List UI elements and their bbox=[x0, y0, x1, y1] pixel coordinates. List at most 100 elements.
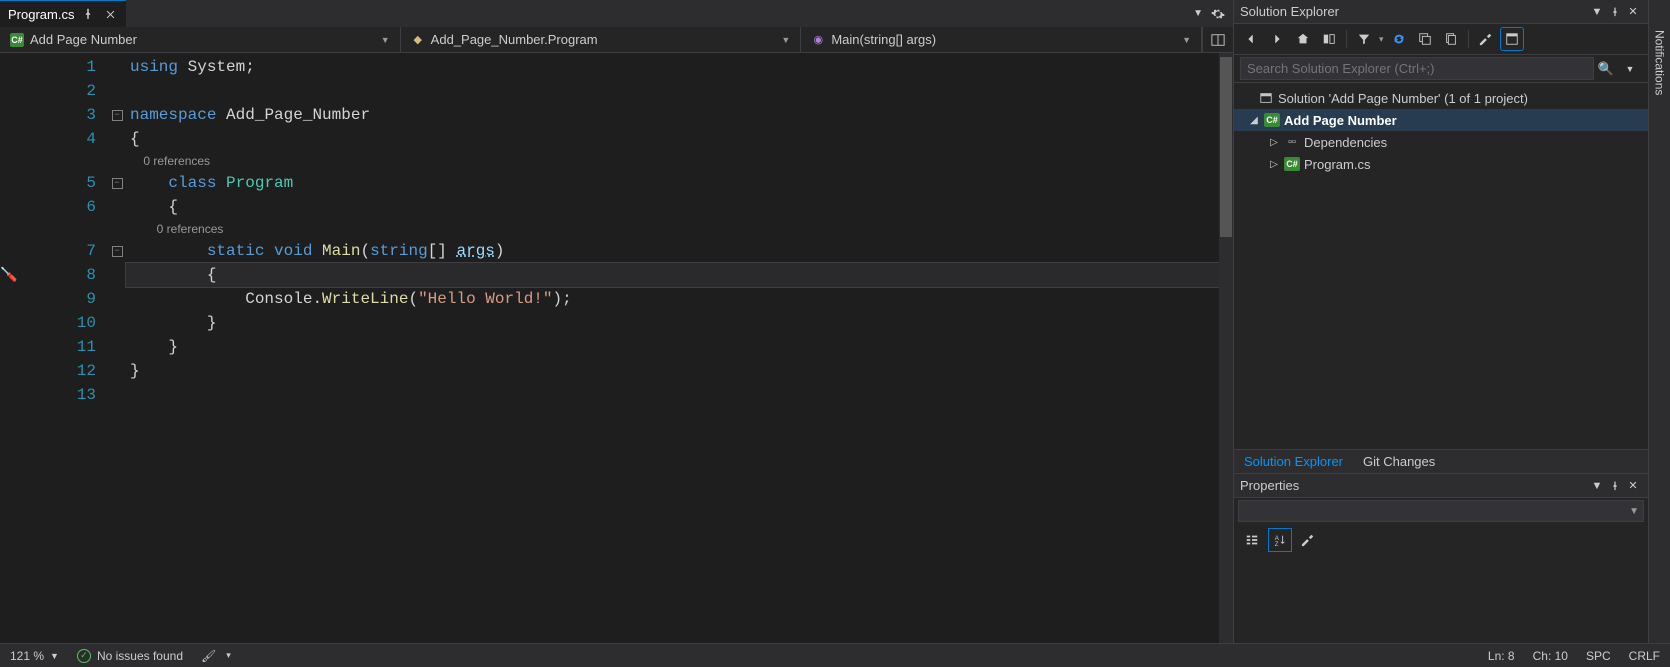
code-text-area[interactable]: using System; namespace Add_Page_Number … bbox=[126, 53, 1219, 643]
line-number: 6 bbox=[18, 195, 108, 219]
indent-mode[interactable]: SPC bbox=[1586, 649, 1611, 663]
solution-label: Solution 'Add Page Number' (1 of 1 proje… bbox=[1278, 91, 1528, 106]
split-editor-button[interactable] bbox=[1202, 27, 1233, 52]
tree-solution-node[interactable]: Solution 'Add Page Number' (1 of 1 proje… bbox=[1234, 87, 1648, 109]
scope-dropdown-method[interactable]: ◉Main(string[] args) ▼ bbox=[801, 27, 1202, 52]
close-tab-icon[interactable] bbox=[102, 6, 118, 22]
solution-explorer-toolbar: ▾ bbox=[1234, 24, 1648, 55]
solution-explorer-tree: Solution 'Add Page Number' (1 of 1 proje… bbox=[1234, 83, 1648, 449]
collapse-all-button[interactable] bbox=[1414, 28, 1436, 50]
panel-pin-icon[interactable] bbox=[1606, 477, 1624, 495]
show-all-files-button[interactable] bbox=[1440, 28, 1462, 50]
zoom-level[interactable]: 121 %▼ bbox=[10, 649, 59, 663]
switch-views-button[interactable] bbox=[1318, 28, 1340, 50]
tree-project-node[interactable]: ◢ C# Add Page Number bbox=[1234, 109, 1648, 131]
line-number: 5 bbox=[18, 171, 108, 195]
panel-dropdown-icon[interactable]: ▼ bbox=[1588, 3, 1606, 21]
svg-text:Z: Z bbox=[1275, 541, 1279, 547]
search-input[interactable] bbox=[1240, 57, 1594, 80]
dependencies-label: Dependencies bbox=[1304, 135, 1387, 150]
expand-toggle-icon[interactable]: ▷ bbox=[1268, 159, 1280, 170]
scrollbar-thumb[interactable] bbox=[1220, 57, 1232, 237]
properties-panel: Properties ▼ ✕ ▼ AZ bbox=[1234, 473, 1648, 643]
solution-explorer-tab-strip: Solution Explorer Git Changes bbox=[1234, 449, 1648, 473]
solution-explorer-title: Solution Explorer bbox=[1240, 4, 1588, 19]
back-button[interactable] bbox=[1240, 28, 1262, 50]
tab-filename: Program.cs bbox=[8, 7, 74, 22]
search-icon[interactable]: 🔍 bbox=[1594, 61, 1618, 77]
tree-dependencies-node[interactable]: ▷ ▫▫ Dependencies bbox=[1234, 131, 1648, 153]
line-number: 12 bbox=[18, 359, 108, 383]
notifications-label: Notifications bbox=[1653, 30, 1667, 95]
properties-toolbar: AZ bbox=[1234, 524, 1648, 556]
tab-git-changes[interactable]: Git Changes bbox=[1353, 450, 1445, 473]
active-files-dropdown-icon[interactable]: ▼ bbox=[1193, 8, 1203, 19]
navigation-bar: C#Add Page Number ▼ ◆Add_Page_Number.Pro… bbox=[0, 27, 1233, 53]
status-bar: 121 %▼ ✓ No issues found 🖌▾ Ln: 8 Ch: 10… bbox=[0, 643, 1670, 667]
properties-object-dropdown[interactable]: ▼ bbox=[1238, 500, 1644, 522]
search-options-dropdown-icon[interactable]: ▼ bbox=[1618, 64, 1642, 74]
editor-settings-gear-icon[interactable] bbox=[1211, 7, 1225, 21]
editor-vertical-scrollbar[interactable] bbox=[1219, 53, 1233, 643]
home-button[interactable] bbox=[1292, 28, 1314, 50]
sync-button[interactable] bbox=[1388, 28, 1410, 50]
expand-toggle-icon[interactable]: ▷ bbox=[1268, 137, 1280, 148]
brush-tool[interactable]: 🖌▾ bbox=[201, 649, 231, 663]
categorized-button[interactable] bbox=[1240, 528, 1264, 552]
codelens-references[interactable]: 0 references bbox=[143, 154, 210, 168]
document-tab-program-cs[interactable]: Program.cs bbox=[0, 0, 126, 27]
line-number: 11 bbox=[18, 335, 108, 359]
solution-explorer-search: 🔍 ▼ bbox=[1234, 55, 1648, 83]
dependencies-icon: ▫▫ bbox=[1284, 134, 1300, 150]
codelens-references[interactable]: 0 references bbox=[157, 222, 224, 236]
panel-dropdown-icon[interactable]: ▼ bbox=[1588, 477, 1606, 495]
document-tab-bar: Program.cs ▼ bbox=[0, 0, 1233, 27]
line-number: 2 bbox=[18, 79, 108, 103]
solution-explorer-header: Solution Explorer ▼ ✕ bbox=[1234, 0, 1648, 24]
panel-close-icon[interactable]: ✕ bbox=[1624, 3, 1642, 21]
panel-pin-icon[interactable] bbox=[1606, 3, 1624, 21]
tree-file-node[interactable]: ▷ C# Program.cs bbox=[1234, 153, 1648, 175]
cursor-char[interactable]: Ch: 10 bbox=[1533, 649, 1568, 663]
line-ending-mode[interactable]: CRLF bbox=[1629, 649, 1660, 663]
panel-close-icon[interactable]: ✕ bbox=[1624, 477, 1642, 495]
pin-tab-icon[interactable] bbox=[80, 6, 96, 22]
cursor-line[interactable]: Ln: 8 bbox=[1488, 649, 1515, 663]
line-number: 7 bbox=[18, 239, 108, 263]
expand-toggle-icon[interactable]: ◢ bbox=[1248, 115, 1260, 126]
tab-solution-explorer[interactable]: Solution Explorer bbox=[1234, 450, 1353, 473]
glyph-margin: 🪛 bbox=[0, 53, 18, 643]
fold-toggle[interactable]: − bbox=[112, 178, 123, 189]
csharp-file-icon: C# bbox=[1284, 156, 1300, 172]
error-list-status[interactable]: ✓ No issues found bbox=[77, 649, 183, 663]
scope-dropdown-project[interactable]: C#Add Page Number ▼ bbox=[0, 27, 401, 52]
quick-actions-icon[interactable]: 🪛 bbox=[0, 267, 17, 284]
properties-header: Properties ▼ ✕ bbox=[1234, 474, 1648, 498]
line-number: 10 bbox=[18, 311, 108, 335]
line-number: 1 bbox=[18, 55, 108, 79]
code-editor[interactable]: 🪛 1 2 3 4 5 6 7 8 9 10 11 12 bbox=[0, 53, 1233, 643]
folding-column: − − − bbox=[108, 53, 126, 643]
line-number: 8 bbox=[18, 263, 108, 287]
fold-toggle[interactable]: − bbox=[112, 246, 123, 257]
project-label: Add Page Number bbox=[1284, 113, 1397, 128]
csharp-project-icon: C# bbox=[1264, 112, 1280, 128]
line-number: 13 bbox=[18, 383, 108, 407]
property-pages-button[interactable] bbox=[1296, 528, 1320, 552]
line-number-gutter: 1 2 3 4 5 6 7 8 9 10 11 12 13 bbox=[18, 53, 108, 643]
right-tool-panels: Solution Explorer ▼ ✕ ▾ bbox=[1233, 0, 1648, 643]
forward-button[interactable] bbox=[1266, 28, 1288, 50]
editor-pane: Program.cs ▼ C#Add bbox=[0, 0, 1233, 643]
line-number: 3 bbox=[18, 103, 108, 127]
properties-button[interactable] bbox=[1475, 28, 1497, 50]
preview-selected-items-button[interactable] bbox=[1501, 28, 1523, 50]
scope-dropdown-class[interactable]: ◆Add_Page_Number.Program ▼ bbox=[401, 27, 802, 52]
pending-changes-filter-button[interactable] bbox=[1353, 28, 1375, 50]
fold-toggle[interactable]: − bbox=[112, 110, 123, 121]
properties-title: Properties bbox=[1240, 478, 1588, 493]
alphabetical-button[interactable]: AZ bbox=[1268, 528, 1292, 552]
notifications-sidebar[interactable]: Notifications bbox=[1648, 0, 1670, 643]
line-number: 4 bbox=[18, 127, 108, 151]
scope-class-label: Add_Page_Number.Program bbox=[431, 32, 598, 47]
scope-method-label: Main(string[] args) bbox=[831, 32, 936, 47]
